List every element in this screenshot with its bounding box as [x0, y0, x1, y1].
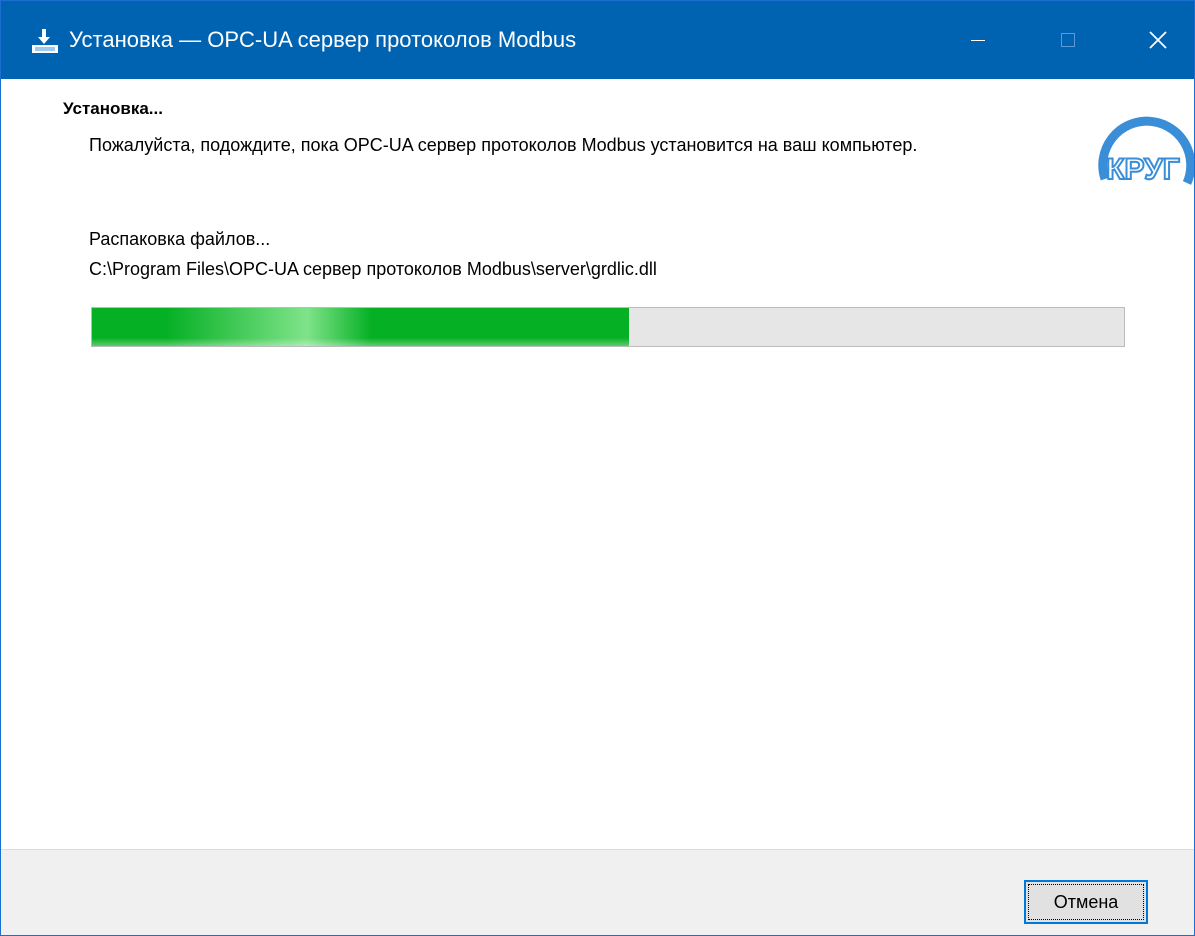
- minimize-icon: [971, 40, 985, 41]
- current-file-path: C:\Program Files\OPC-UA сервер протоколо…: [89, 259, 657, 279]
- close-icon: [1149, 31, 1167, 49]
- installer-window: Установка — OPC-UA сервер протоколов Mod…: [0, 0, 1195, 936]
- progress-bar: [91, 307, 1125, 347]
- cancel-button[interactable]: Отмена: [1024, 880, 1148, 924]
- window-title: Установка — OPC-UA сервер протоколов Mod…: [69, 27, 577, 52]
- installer-icon: [32, 29, 60, 53]
- progress-fill: [92, 308, 629, 346]
- maximize-icon: [1061, 33, 1075, 47]
- logo-text: КРУГ: [1106, 153, 1180, 186]
- footer-bar: Отмена: [1, 849, 1194, 935]
- maximize-button: [1045, 15, 1091, 65]
- close-button[interactable]: [1135, 15, 1181, 65]
- page-description: Пожалуйста, подождите, пока OPC-UA серве…: [89, 135, 918, 155]
- krug-logo-icon: КРУГ: [1087, 87, 1194, 205]
- title-bar[interactable]: Установка — OPC-UA сервер протоколов Mod…: [1, 1, 1194, 79]
- minimize-button[interactable]: [955, 15, 1001, 65]
- page-heading: Установка...: [63, 99, 163, 118]
- status-text: Распаковка файлов...: [89, 229, 271, 249]
